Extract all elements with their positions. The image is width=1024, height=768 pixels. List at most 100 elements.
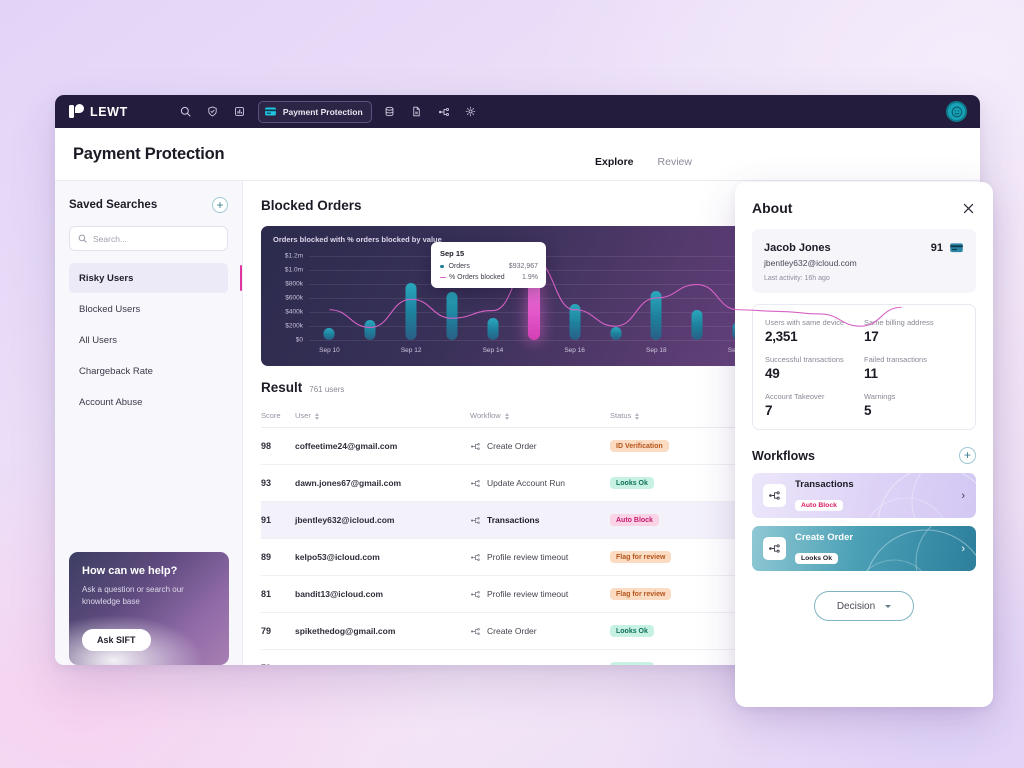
- tooltip-orders-value: $932,967: [508, 263, 538, 270]
- nav-item-payment-protection-label: Payment Protection: [282, 106, 363, 117]
- add-workflow-button[interactable]: +: [959, 447, 976, 464]
- search-input[interactable]: [93, 233, 219, 244]
- stat-row: Account Takeover 7 Warnings 5: [765, 392, 963, 418]
- cell-user: coffeetime24@gmail.com: [295, 427, 470, 465]
- status-badge: Flag for review: [610, 588, 672, 601]
- add-saved-search-button[interactable]: +: [212, 197, 228, 213]
- sort-icon: [314, 412, 319, 420]
- nav-item-payment-protection[interactable]: Payment Protection: [257, 100, 372, 123]
- smiley-icon: [951, 106, 962, 117]
- workflow-icon: [471, 553, 480, 561]
- tooltip-orders-label: Orders: [448, 263, 470, 270]
- sidebar-item-all-users[interactable]: All Users: [69, 325, 228, 355]
- y-axis-tick-label: $400k: [285, 308, 303, 316]
- chart-icon[interactable]: [228, 101, 252, 123]
- sidebar-item-chargeback-rate[interactable]: Chargeback Rate: [69, 356, 228, 386]
- workflow-card-transactions[interactable]: Transactions Auto Block ›: [752, 473, 976, 518]
- sort-icon: [504, 412, 509, 420]
- percent-blocked-line: [309, 256, 922, 340]
- tooltip-percent-label: % Orders blocked: [449, 274, 505, 281]
- x-axis-tick-label: Sep 18: [646, 347, 667, 354]
- cell-user: kelpo53@icloud.com: [295, 538, 470, 576]
- shield-icon[interactable]: [201, 101, 225, 123]
- logo-text: LEWT: [90, 104, 128, 119]
- cell-status: Looks Ok: [610, 464, 715, 502]
- workflow-icon: [471, 479, 480, 487]
- cell-workflow: Transactions: [470, 649, 610, 665]
- percent-series-dash-icon: [440, 276, 446, 279]
- chevron-right-icon: ›: [961, 489, 965, 502]
- cell-workflow: Update Account Run: [470, 464, 610, 502]
- tab-explore[interactable]: Explore: [595, 156, 634, 171]
- workflow-icon: [471, 627, 480, 635]
- chart-plot-area: $1.2m2.0%$1.0m1.7%$800k1.3%$600k1.0%$400…: [285, 253, 944, 355]
- cell-status: Auto Block: [610, 501, 715, 539]
- column-header-user[interactable]: User: [295, 407, 470, 428]
- cell-score: 98: [261, 427, 295, 465]
- x-axis-tick-label: Sep 14: [482, 347, 504, 354]
- workflow-icon: [477, 664, 480, 665]
- search-box[interactable]: [69, 226, 228, 251]
- x-axis-tick-label: Sep 10: [319, 347, 340, 354]
- cell-user: drcyberphone@yahoo.com: [295, 649, 470, 665]
- cell-user: spikethedog@gmail.com: [295, 612, 470, 650]
- status-badge: Looks Ok: [610, 477, 654, 490]
- avatar[interactable]: [946, 101, 967, 122]
- help-card-subtitle: Ask a question or search our knowledge b…: [82, 585, 184, 606]
- workflow-icon: [763, 484, 786, 507]
- cell-score: 81: [261, 575, 295, 613]
- column-header-status[interactable]: Status: [610, 407, 715, 428]
- top-navigation-bar: LEWT Payment Protection: [55, 95, 980, 128]
- workflow-icon: [471, 590, 480, 598]
- tab-review[interactable]: Review: [658, 156, 692, 171]
- x-axis-tick-label: Sep 12: [400, 347, 422, 354]
- workflow-status-badge: Auto Block: [795, 500, 843, 511]
- y-axis-tick-label: $800k: [285, 280, 303, 288]
- user-score: 91: [930, 241, 943, 254]
- search-icon[interactable]: [174, 101, 198, 123]
- page-tabs: Explore Review: [595, 128, 692, 180]
- x-axis-tick-label: Sep 16: [564, 347, 585, 354]
- stat-row: Successful transactions 49 Failed transact…: [765, 355, 963, 381]
- cell-workflow: Create Order: [470, 612, 610, 650]
- cell-score: 79: [261, 612, 295, 650]
- decision-button-label: Decision: [836, 600, 876, 612]
- chevron-right-icon: ›: [961, 542, 965, 555]
- cell-score: 79: [261, 649, 295, 665]
- cell-user: jbentley632@icloud.com: [295, 501, 470, 539]
- stat-value: 49: [765, 366, 780, 381]
- close-icon[interactable]: [960, 200, 976, 216]
- cell-workflow: Profile review timeout: [470, 575, 610, 613]
- document-icon[interactable]: [405, 101, 429, 123]
- sidebar-item-account-abuse[interactable]: Account Abuse: [69, 387, 228, 417]
- gear-icon[interactable]: [459, 101, 483, 123]
- chart-tooltip: Sep 15 Orders $932,967 % Orders blocked …: [431, 242, 546, 288]
- cell-score: 89: [261, 538, 295, 576]
- database-icon[interactable]: [378, 101, 402, 123]
- cell-workflow: Profile review timeout: [470, 538, 610, 576]
- help-card[interactable]: How can we help? Ask a question or searc…: [69, 552, 229, 665]
- percent-blocked-line-path: [329, 260, 901, 327]
- tooltip-percent-value: 1.9%: [522, 274, 538, 281]
- saved-search-list: Risky Users Blocked Users All Users Char…: [69, 263, 242, 417]
- orders-series-dot-icon: [440, 264, 444, 269]
- workflow-name: Transactions: [795, 479, 854, 490]
- status-badge: ID Verification: [610, 440, 669, 453]
- logo-mark-icon: [69, 104, 84, 119]
- workflows-title: Workflows: [752, 448, 815, 463]
- workflow-card-create-order[interactable]: Create Order Looks Ok ›: [752, 526, 976, 571]
- cell-status: Flag for review: [610, 575, 715, 613]
- decision-button[interactable]: Decision: [813, 591, 915, 621]
- stat-label: Successful transactions: [765, 355, 844, 364]
- workflow-icon[interactable]: [432, 101, 456, 123]
- sidebar-item-blocked-users[interactable]: Blocked Users: [69, 294, 228, 324]
- credit-card-icon: [264, 107, 276, 116]
- app-logo[interactable]: LEWT: [69, 104, 128, 119]
- cell-status: Looks Ok: [610, 612, 715, 650]
- sidebar-title: Saved Searches: [69, 199, 158, 211]
- sidebar-item-risky-users[interactable]: Risky Users: [69, 263, 242, 293]
- column-header-workflow[interactable]: Workflow: [470, 407, 610, 428]
- y-axis-tick-label: $1.2m: [284, 252, 303, 260]
- stat-label: Failed transactions: [864, 355, 927, 364]
- ask-sift-button[interactable]: Ask SIFT: [82, 629, 151, 651]
